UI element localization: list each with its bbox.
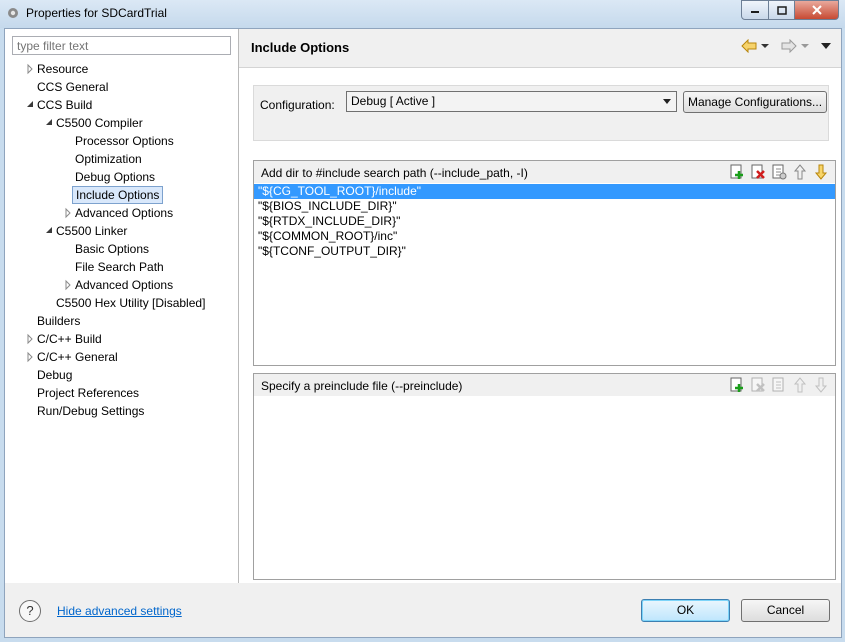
settings-page: Include Options Configuration: Debug [ A… (239, 29, 841, 583)
tree-item[interactable]: Resource (5, 60, 238, 78)
tree-item-label: C5500 Compiler (56, 116, 143, 130)
tree-item-label: File Search Path (75, 260, 164, 274)
include-path-panel-header: Add dir to #include search path (--inclu… (254, 161, 835, 183)
tree-item-label: CCS General (37, 80, 109, 94)
configuration-value: Debug [ Active ] (351, 94, 436, 108)
add-icon[interactable] (729, 377, 745, 393)
tree-item-label: Run/Debug Settings (37, 404, 145, 418)
tree-item-label: Debug Options (75, 170, 156, 184)
tree-item-label: Advanced Options (75, 278, 174, 292)
delete-icon[interactable] (750, 164, 766, 180)
window-title: Properties for SDCardTrial (26, 6, 167, 20)
tree-item[interactable]: C5500 Compiler (5, 114, 238, 132)
move-up-icon[interactable] (792, 164, 808, 180)
tree-item-label: Include Options (72, 186, 164, 204)
tree-item-label: C/C++ General (37, 350, 118, 364)
help-button[interactable]: ? (19, 600, 41, 622)
navigation-pane: Resource CCS General CCS Build C5500 Compil… (5, 29, 239, 583)
tree-item-label: Resource (37, 62, 89, 76)
tree-item[interactable]: Processor Options (5, 132, 238, 150)
configuration-group: Configuration: Debug [ Active ] Manage C… (253, 85, 829, 141)
tree-item-label: Builders (37, 314, 81, 328)
tree-item-label: Debug (37, 368, 73, 382)
list-item[interactable]: "${TCONF_OUTPUT_DIR}" (254, 244, 835, 259)
tree-item-label: Basic Options (75, 242, 150, 256)
maximize-button[interactable] (769, 0, 795, 20)
include-path-panel: Add dir to #include search path (--inclu… (253, 160, 836, 366)
tree-item[interactable]: Include Options (5, 186, 238, 204)
chevron-down-icon[interactable] (801, 39, 809, 53)
list-item[interactable]: "${RTDX_INCLUDE_DIR}" (254, 214, 835, 229)
tree-item-label: Processor Options (75, 134, 174, 148)
maximize-icon (776, 5, 787, 15)
tree-item[interactable]: Builders (5, 312, 238, 330)
gear-icon (8, 8, 18, 18)
tree-item[interactable]: Basic Options (5, 240, 238, 258)
move-down-icon (814, 377, 828, 393)
preinclude-panel-header: Specify a preinclude file (--preinclude) (254, 374, 835, 396)
tree-item[interactable]: Debug Options (5, 168, 238, 186)
preinclude-panel-title: Specify a preinclude file (--preinclude) (261, 379, 463, 393)
view-menu-icon[interactable] (819, 39, 833, 53)
tree-item-label: CCS Build (37, 98, 93, 112)
dialog-body: Resource CCS General CCS Build C5500 Compil… (4, 28, 842, 638)
forward-arrow-icon[interactable] (781, 39, 797, 53)
tree-item[interactable]: Project References (5, 384, 238, 402)
cancel-button[interactable]: Cancel (741, 599, 830, 622)
tree-item[interactable]: Optimization (5, 150, 238, 168)
edit-icon (772, 377, 784, 392)
page-title: Include Options (251, 40, 350, 55)
dropdown-arrow-icon (663, 99, 671, 104)
include-path-panel-title: Add dir to #include search path (--inclu… (261, 166, 528, 180)
tree-item[interactable]: Run/Debug Settings (5, 402, 238, 420)
tree-item-label: Optimization (75, 152, 142, 166)
configuration-label: Configuration: (260, 98, 335, 112)
tree-item[interactable]: C/C++ General (5, 348, 238, 366)
tree-item-label: Project References (37, 386, 140, 400)
tree-item[interactable]: Advanced Options (5, 204, 238, 222)
tree-item[interactable]: Advanced Options (5, 276, 238, 294)
chevron-down-icon[interactable] (761, 39, 769, 53)
preinclude-panel: Specify a preinclude file (--preinclude) (253, 373, 836, 580)
move-down-icon[interactable] (813, 164, 829, 180)
tree-item-label: C5500 Linker (56, 224, 128, 238)
move-up-icon (793, 377, 807, 393)
tree-item[interactable]: Debug (5, 366, 238, 384)
hide-advanced-settings-link[interactable]: Hide advanced settings (57, 604, 182, 618)
add-icon[interactable] (729, 164, 745, 180)
ok-button[interactable]: OK (641, 599, 730, 622)
tree-item[interactable]: CCS General (5, 78, 238, 96)
configuration-select[interactable]: Debug [ Active ] (346, 91, 677, 112)
tree-item[interactable]: C5500 Linker (5, 222, 238, 240)
list-item[interactable]: "${CG_TOOL_ROOT}/include" (254, 184, 835, 199)
minimize-button[interactable] (741, 0, 769, 20)
tree-item[interactable]: C/C++ Build (5, 330, 238, 348)
include-path-list[interactable]: "${CG_TOOL_ROOT}/include" "${BIOS_INCLUDE… (254, 184, 835, 259)
back-arrow-icon[interactable] (741, 39, 757, 53)
tree-item-label: C5500 Hex Utility [Disabled] (56, 296, 206, 310)
delete-icon (751, 377, 765, 392)
filter-input[interactable] (12, 36, 231, 55)
help-icon: ? (26, 603, 34, 618)
tree-item-label: C/C++ Build (37, 332, 102, 346)
title-bar: Properties for SDCardTrial (0, 0, 845, 28)
list-item[interactable]: "${BIOS_INCLUDE_DIR}" (254, 199, 835, 214)
minimize-icon (751, 11, 759, 13)
dialog-footer: ? Hide advanced settings OK Cancel (5, 584, 841, 637)
close-icon (811, 5, 822, 15)
tree-item[interactable]: C5500 Hex Utility [Disabled] (5, 294, 238, 312)
close-button[interactable] (795, 0, 839, 20)
manage-configurations-button[interactable]: Manage Configurations... (683, 91, 827, 113)
tree-item[interactable]: CCS Build (5, 96, 238, 114)
edit-icon[interactable] (771, 164, 787, 180)
tree-item-label: Advanced Options (75, 206, 174, 220)
tree-item[interactable]: File Search Path (5, 258, 238, 276)
list-item[interactable]: "${COMMON_ROOT}/inc" (254, 229, 835, 244)
page-header: Include Options (239, 29, 841, 68)
